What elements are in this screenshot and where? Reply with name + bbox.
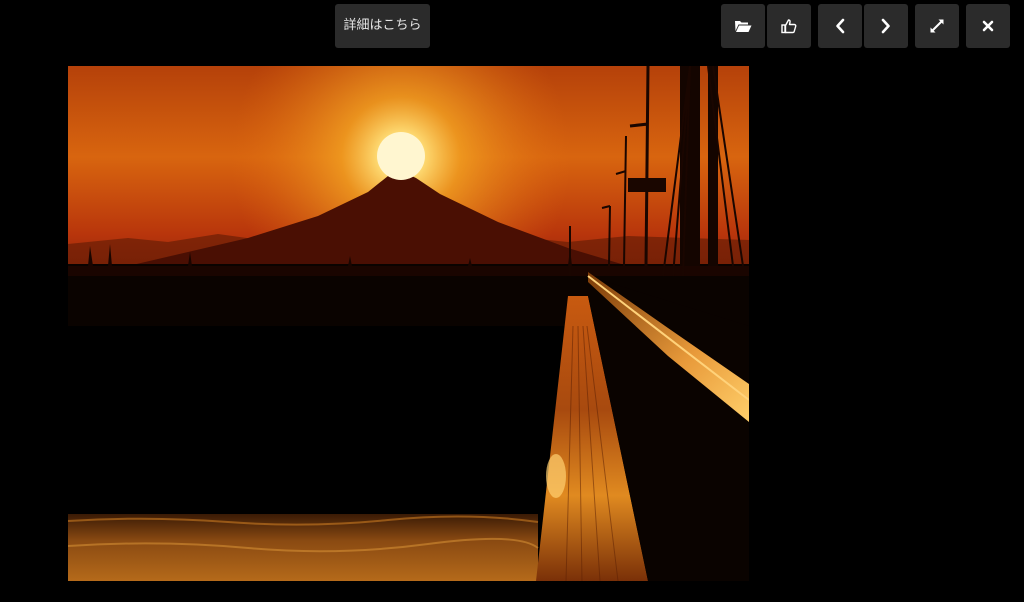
- expand-icon: [930, 19, 944, 33]
- folder-open-button[interactable]: [721, 4, 765, 48]
- next-button[interactable]: [864, 4, 908, 48]
- close-icon: [982, 20, 994, 32]
- like-button[interactable]: [767, 4, 811, 48]
- details-button[interactable]: 詳細はこちら: [335, 4, 430, 48]
- chevron-right-icon: [881, 18, 890, 34]
- previous-button[interactable]: [818, 4, 862, 48]
- close-button[interactable]: [966, 4, 1010, 48]
- thumbs-up-icon: [781, 19, 797, 34]
- main-photo: [68, 66, 749, 581]
- sunset-photo: [68, 66, 749, 581]
- fullscreen-button[interactable]: [915, 4, 959, 48]
- lightbox-viewer: 詳細はこちら: [0, 0, 1024, 602]
- chevron-left-icon: [836, 18, 845, 34]
- folder-open-icon: [735, 21, 752, 32]
